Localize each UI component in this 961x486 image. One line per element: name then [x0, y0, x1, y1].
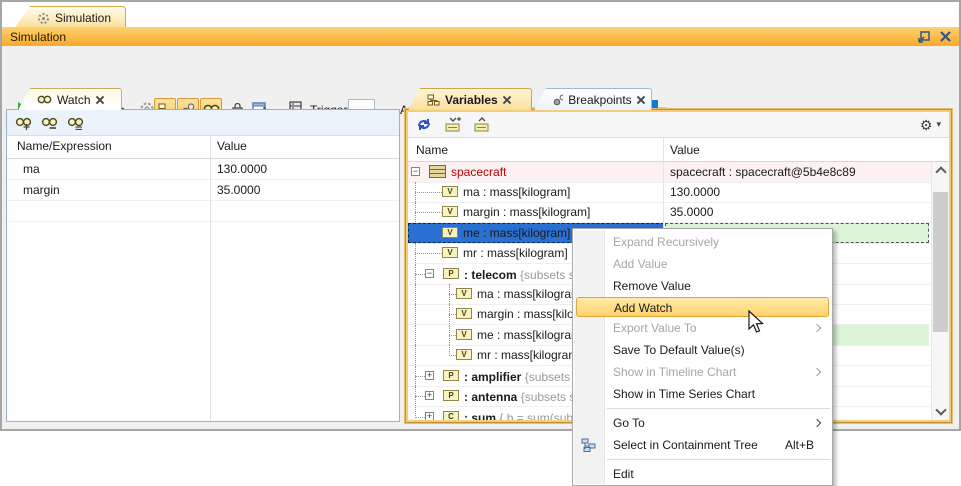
- settings-dropdown-arrow-icon: ▾: [936, 119, 941, 130]
- tab-watch-close-icon[interactable]: [96, 96, 104, 104]
- value-property-icon: V: [442, 227, 458, 238]
- value-property-icon: V: [442, 247, 458, 258]
- scroll-up-button[interactable]: [932, 162, 949, 179]
- watch-column-divider[interactable]: [210, 136, 211, 421]
- watch-col-name[interactable]: Name/Expression: [17, 139, 112, 153]
- variables-col-name[interactable]: Name: [416, 143, 448, 157]
- watch-col-value[interactable]: Value: [217, 139, 247, 153]
- panel-title: Simulation: [10, 30, 66, 44]
- chevron-down-icon: [935, 404, 946, 415]
- watch-row[interactable]: margin 35.0000: [7, 180, 399, 201]
- menu-item-edit[interactable]: Edit: [573, 463, 832, 485]
- main-toolbar: ≫_: [2, 46, 959, 86]
- expand-all-icon[interactable]: [444, 117, 461, 132]
- remove-all-watches-icon[interactable]: [67, 116, 85, 130]
- menu-separator: [607, 408, 830, 409]
- tab-simulation[interactable]: Simulation: [14, 6, 126, 29]
- menu-item-show-in-time-series-chart[interactable]: Show in Time Series Chart: [573, 383, 832, 405]
- simulation-gear-icon: [37, 12, 50, 25]
- remove-watch-icon[interactable]: [41, 116, 59, 130]
- menu-item-expand-recursively[interactable]: Expand Recursively: [573, 231, 832, 253]
- containment-tree-icon: [581, 438, 596, 452]
- variables-settings[interactable]: ⚙ ▾: [920, 118, 941, 132]
- breakpoints-tab-icon: [553, 94, 563, 106]
- menu-item-remove-value[interactable]: Remove Value: [573, 275, 832, 297]
- variables-toolbar: ⚙ ▾: [408, 112, 949, 138]
- value-property-icon: V: [442, 206, 458, 217]
- tab-breakpoints[interactable]: Breakpoints: [534, 88, 652, 110]
- menu-item-add-value[interactable]: Add Value: [573, 253, 832, 275]
- submenu-arrow-icon: [813, 368, 821, 376]
- float-window-icon[interactable]: [918, 31, 930, 43]
- part-property-icon: P: [443, 390, 459, 401]
- expand-expander-icon[interactable]: +: [425, 412, 434, 420]
- settings-gear-icon: ⚙: [920, 118, 933, 132]
- tab-variables-label: Variables: [445, 93, 498, 107]
- block-instance-icon: [429, 165, 446, 178]
- context-menu: Expand Recursively Add Value Remove Valu…: [572, 228, 833, 486]
- menu-shortcut: Alt+B: [785, 434, 814, 456]
- value-property-icon: V: [456, 308, 472, 319]
- refresh-icon[interactable]: [416, 117, 432, 132]
- watch-toolbar: [7, 110, 399, 136]
- scrollbar-thumb[interactable]: [933, 192, 948, 332]
- tree-row-spacecraft[interactable]: − spacecraft spacecraft : spacecraft@5b4…: [408, 162, 949, 183]
- submenu-arrow-icon: [813, 419, 821, 427]
- expand-expander-icon[interactable]: +: [425, 371, 434, 380]
- tab-watch[interactable]: Watch: [18, 88, 122, 110]
- watch-panel: Name/Expression Value ma 130.0000 margin…: [6, 109, 400, 422]
- collapse-expander-icon[interactable]: −: [425, 269, 434, 278]
- menu-item-go-to[interactable]: Go To: [573, 412, 832, 434]
- menu-item-select-in-containment-tree[interactable]: Select in Containment Tree Alt+B: [573, 434, 832, 456]
- menu-item-export-value-to[interactable]: Export Value To: [573, 317, 832, 339]
- part-property-icon: P: [443, 370, 459, 381]
- watch-empty-row: [7, 201, 399, 222]
- collapse-expander-icon[interactable]: −: [411, 167, 420, 176]
- variables-table-header[interactable]: Name Value: [408, 138, 949, 162]
- tab-breakpoints-label: Breakpoints: [568, 93, 631, 107]
- constraint-property-icon: C: [443, 411, 459, 420]
- vertical-scrollbar[interactable]: [931, 162, 949, 420]
- collapse-all-icon[interactable]: [473, 117, 490, 132]
- watch-row[interactable]: ma 130.0000: [7, 159, 399, 180]
- value-property-icon: V: [456, 288, 472, 299]
- tab-variables-close-icon[interactable]: [503, 96, 511, 104]
- tab-variables[interactable]: Variables: [408, 88, 532, 110]
- menu-item-add-watch[interactable]: Add Watch: [576, 297, 829, 317]
- expand-expander-icon[interactable]: +: [425, 391, 434, 400]
- tab-watch-label: Watch: [57, 93, 91, 107]
- value-property-icon: V: [456, 349, 472, 360]
- watch-table-header[interactable]: Name/Expression Value: [7, 136, 399, 159]
- tree-row[interactable]: V margin : mass[kilogram] 35.0000: [408, 202, 949, 223]
- menu-separator: [607, 459, 830, 460]
- variables-col-value[interactable]: Value: [670, 143, 700, 157]
- close-icon[interactable]: [940, 31, 951, 42]
- panel-titlebar[interactable]: Simulation: [2, 27, 959, 46]
- submenu-arrow-icon: [813, 324, 821, 332]
- mouse-cursor: [747, 310, 767, 338]
- value-property-icon: V: [442, 186, 458, 197]
- tab-breakpoints-close-icon[interactable]: [637, 96, 643, 104]
- scroll-down-button[interactable]: [932, 403, 949, 420]
- tab-simulation-label: Simulation: [55, 11, 111, 25]
- tree-row[interactable]: V ma : mass[kilogram] 130.0000: [408, 182, 949, 203]
- watch-binoculars-icon: [37, 94, 52, 105]
- document-tab-bar: Simulation: [2, 2, 959, 27]
- variables-tree-icon: [427, 94, 440, 106]
- add-watch-icon[interactable]: [15, 116, 33, 130]
- value-property-icon: V: [456, 329, 472, 340]
- menu-item-save-to-default[interactable]: Save To Default Value(s): [573, 339, 832, 361]
- menu-item-show-in-timeline-chart[interactable]: Show in Timeline Chart: [573, 361, 832, 383]
- chevron-up-icon: [935, 166, 946, 177]
- part-property-icon: P: [443, 268, 459, 279]
